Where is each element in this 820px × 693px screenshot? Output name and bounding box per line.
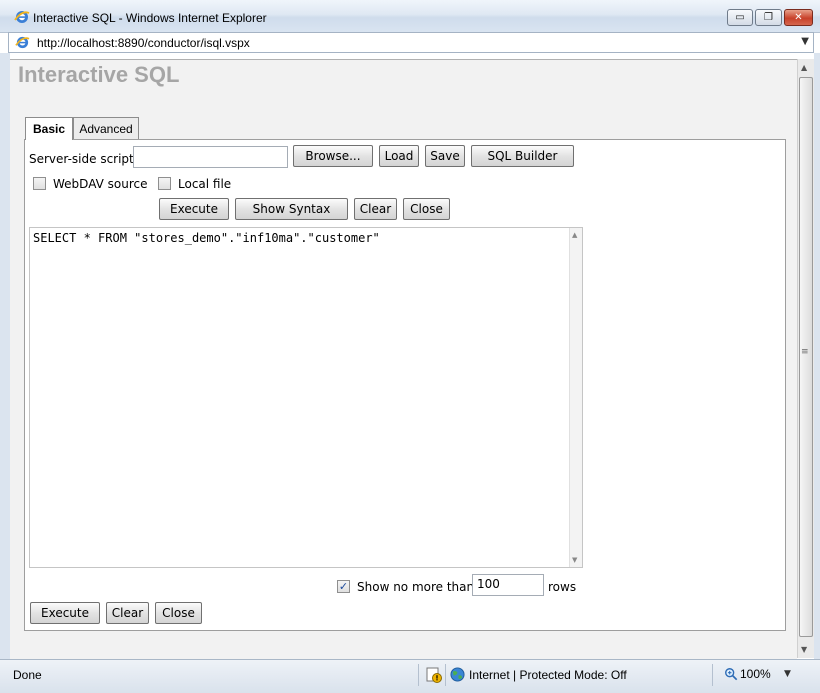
zoom-icon[interactable]	[724, 667, 738, 681]
server-script-label: Server-side script	[29, 152, 134, 166]
restore-icon: ❐	[764, 12, 773, 23]
globe-icon	[450, 667, 465, 682]
close-button-top[interactable]: Close	[403, 198, 450, 220]
tab-basic[interactable]: Basic	[25, 117, 73, 140]
window-title: Interactive SQL - Windows Internet Explo…	[33, 11, 267, 25]
save-button[interactable]: Save	[425, 145, 465, 167]
sql-builder-button[interactable]: SQL Builder	[471, 145, 574, 167]
page-vertical-scrollbar[interactable]: ▲ ≡ ▼	[797, 59, 814, 658]
status-separator	[418, 664, 419, 686]
status-text: Done	[13, 668, 42, 682]
status-bar: Done Internet | Protected Mode: Off 100%…	[0, 659, 820, 693]
address-bar[interactable]: http://localhost:8890/conductor/isql.vsp…	[8, 32, 814, 53]
window-frame-left	[0, 53, 10, 659]
close-button-bottom[interactable]: Close	[155, 602, 202, 624]
execute-button-bottom[interactable]: Execute	[30, 602, 100, 624]
minimize-button[interactable]: ▭	[727, 9, 753, 26]
zoom-level[interactable]: 100%	[740, 667, 771, 681]
page-favicon-icon	[15, 36, 30, 49]
sql-editor-text[interactable]: SELECT * FROM "stores_demo"."inf10ma"."c…	[33, 231, 380, 245]
status-separator	[712, 664, 713, 686]
execute-button-top[interactable]: Execute	[159, 198, 229, 220]
close-window-button[interactable]: ✕	[784, 9, 813, 26]
webdav-source-checkbox[interactable]	[33, 177, 46, 190]
scroll-up-icon[interactable]: ▲	[801, 63, 807, 72]
page-title: Interactive SQL	[18, 62, 180, 87]
local-file-checkbox[interactable]	[158, 177, 171, 190]
webdav-source-label: WebDAV source	[53, 177, 148, 191]
server-script-input[interactable]	[133, 146, 288, 168]
sql-editor-scrollbar[interactable]: ▲ ▼	[569, 228, 582, 567]
show-syntax-button[interactable]: Show Syntax	[235, 198, 348, 220]
row-limit-prefix-label: Show no more than	[357, 580, 475, 594]
security-zone-text[interactable]: Internet | Protected Mode: Off	[469, 668, 627, 682]
sql-scroll-up-icon[interactable]: ▲	[572, 231, 577, 239]
scroll-thumb[interactable]	[799, 77, 813, 637]
load-button[interactable]: Load	[379, 145, 419, 167]
scroll-grip-icon: ≡	[801, 347, 809, 357]
browse-button[interactable]: Browse...	[293, 145, 373, 167]
local-file-label: Local file	[178, 177, 232, 191]
scroll-down-icon[interactable]: ▼	[801, 645, 807, 654]
window-titlebar: Interactive SQL - Windows Internet Explo…	[0, 0, 820, 33]
row-limit-checkbox[interactable]: ✓	[337, 580, 350, 593]
clear-button-top[interactable]: Clear	[354, 198, 397, 220]
window-frame-right	[814, 53, 820, 659]
restore-button[interactable]: ❐	[755, 9, 782, 26]
address-url[interactable]: http://localhost:8890/conductor/isql.vsp…	[37, 36, 250, 50]
status-separator	[445, 664, 446, 686]
clear-button-bottom[interactable]: Clear	[106, 602, 149, 624]
close-icon: ✕	[794, 12, 803, 23]
warning-page-icon[interactable]	[426, 667, 442, 683]
sql-editor[interactable]: SELECT * FROM "stores_demo"."inf10ma"."c…	[29, 227, 583, 568]
ie-logo-icon	[14, 11, 30, 23]
zoom-dropdown-icon[interactable]: ▼	[784, 669, 791, 679]
minimize-icon: ▭	[735, 12, 745, 23]
sql-scroll-down-icon[interactable]: ▼	[572, 556, 577, 564]
row-limit-suffix-label: rows	[548, 580, 577, 594]
checkmark-icon: ✓	[338, 580, 349, 593]
address-dropdown-icon[interactable]: ▼	[801, 36, 809, 47]
row-limit-input[interactable]: 100	[472, 574, 544, 596]
tab-advanced[interactable]: Advanced	[73, 117, 139, 139]
